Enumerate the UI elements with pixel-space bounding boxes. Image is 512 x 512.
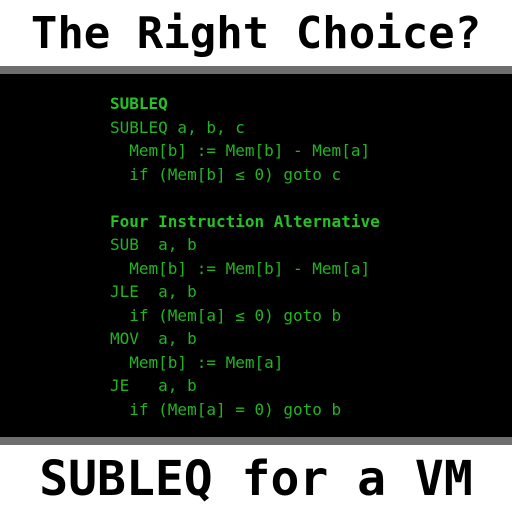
- slide: The Right Choice? SUBLEQ SUBLEQ a, b, c …: [0, 0, 512, 512]
- top-divider: [0, 66, 512, 74]
- bottom-divider: [0, 437, 512, 445]
- code-line: Mem[b] := Mem[a]: [110, 352, 284, 372]
- code-panel: SUBLEQ SUBLEQ a, b, c Mem[b] := Mem[b] -…: [0, 74, 512, 437]
- code-line: MOV a, b: [110, 329, 197, 348]
- bottom-title: SUBLEQ for a VM: [39, 450, 473, 507]
- code-line: SUB a, b: [110, 235, 197, 254]
- code-line: SUBLEQ a, b, c: [110, 117, 245, 137]
- code-line: Mem[b] := Mem[b] - Mem[a]: [110, 141, 371, 160]
- code-line: JE a, b: [110, 376, 197, 395]
- code-line: if (Mem[b] ≤ 0) goto c: [110, 164, 342, 184]
- code-line: if (Mem[a] = 0) goto b: [110, 399, 342, 419]
- code-line: Mem[b] := Mem[b] - Mem[a]: [110, 258, 371, 278]
- top-title: The Right Choice?: [30, 7, 482, 59]
- code-heading-four-instruction: Four Instruction Alternative: [110, 211, 380, 231]
- code-heading-subleq: SUBLEQ: [110, 94, 168, 113]
- code-line: if (Mem[a] ≤ 0) goto b: [110, 305, 342, 325]
- code-block: SUBLEQ SUBLEQ a, b, c Mem[b] := Mem[b] -…: [110, 92, 380, 421]
- code-line: JLE a, b: [110, 282, 197, 301]
